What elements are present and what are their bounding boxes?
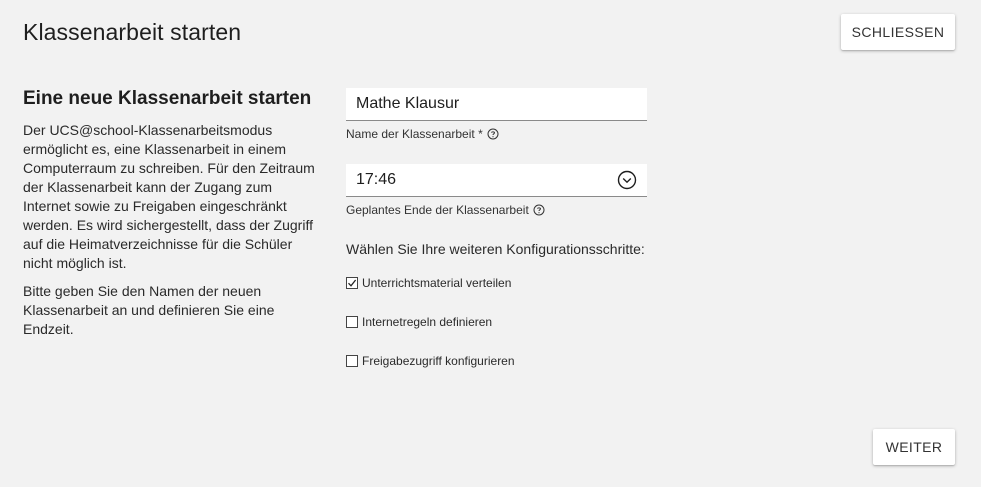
exam-name-input[interactable]: Mathe Klausur xyxy=(346,88,647,121)
exam-name-label-row: Name der Klassenarbeit * xyxy=(346,127,647,141)
option-share-access[interactable]: Freigabezugriff konfigurieren xyxy=(346,354,515,368)
exam-name-label: Name der Klassenarbeit * xyxy=(346,127,483,141)
help-icon[interactable] xyxy=(487,128,499,140)
option-label: Freigabezugriff konfigurieren xyxy=(362,354,515,368)
option-label: Unterrichtsmaterial verteilen xyxy=(362,276,512,290)
exam-name-field: Mathe Klausur Name der Klassenarbeit * xyxy=(346,88,647,141)
help-icon[interactable] xyxy=(533,204,545,216)
intro-section: Eine neue Klassenarbeit starten Der UCS@… xyxy=(23,88,321,348)
clock-chevron-icon[interactable] xyxy=(617,170,637,190)
intro-paragraph-1: Der UCS@school-Klassenarbeitsmodus ermög… xyxy=(23,122,315,271)
end-time-field: 17:46 Geplantes Ende der Klassenarbeit xyxy=(346,164,647,217)
checkmark-icon xyxy=(348,279,357,287)
config-heading: Wählen Sie Ihre weiteren Konfigurationss… xyxy=(346,241,645,257)
checkbox-unchecked[interactable] xyxy=(346,355,358,367)
end-time-label: Geplantes Ende der Klassenarbeit xyxy=(346,203,529,217)
intro-heading: Eine neue Klassenarbeit starten xyxy=(23,88,312,109)
next-button[interactable]: WEITER xyxy=(873,429,955,465)
option-internet-rules[interactable]: Internetregeln definieren xyxy=(346,315,492,329)
checkbox-checked[interactable] xyxy=(346,277,358,289)
intro-paragraph-2: Bitte geben Sie den Namen der neuen Klas… xyxy=(23,283,275,337)
option-distribute-material[interactable]: Unterrichtsmaterial verteilen xyxy=(346,276,511,290)
checkbox-unchecked[interactable] xyxy=(346,316,358,328)
end-time-input[interactable]: 17:46 xyxy=(346,164,647,197)
end-time-label-row: Geplantes Ende der Klassenarbeit xyxy=(346,203,647,217)
close-button[interactable]: SCHLIESSEN xyxy=(841,14,955,50)
option-label: Internetregeln definieren xyxy=(362,315,493,329)
page-title: Klassenarbeit starten xyxy=(23,19,242,45)
